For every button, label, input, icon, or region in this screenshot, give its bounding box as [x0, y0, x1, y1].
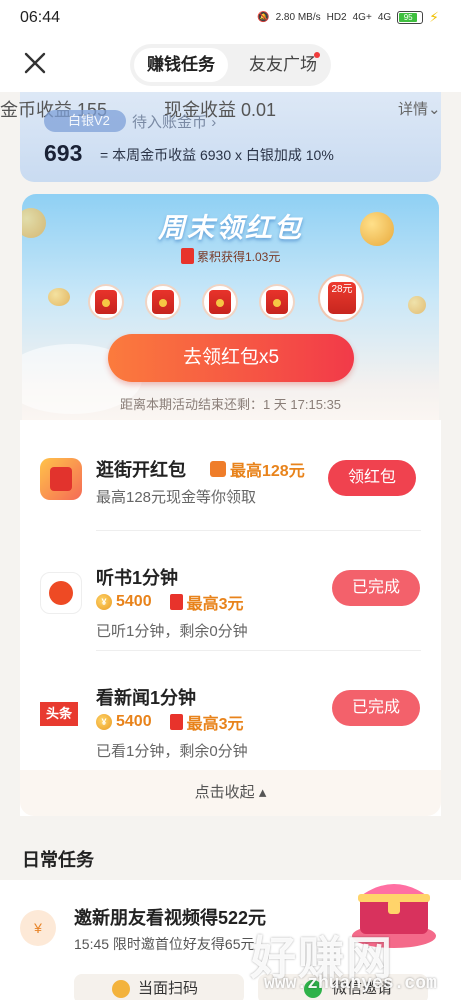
- claim-red-packet-pill-button[interactable]: 领红包: [328, 460, 416, 496]
- invite-task-title: 邀新朋友看视频得522元: [74, 908, 267, 928]
- red-envelope-icon: [169, 714, 183, 730]
- charging-icon: ⚡: [429, 9, 439, 25]
- task-item-shopping: 逛街开红包 最高128元 最高128元现金等你领取 领红包: [20, 420, 441, 540]
- audiobook-app-icon: [40, 572, 82, 614]
- claim-red-packet-button[interactable]: 去领红包x5: [108, 334, 354, 382]
- pending-coins-text[interactable]: 待入账金币 ›: [132, 111, 216, 132]
- red-packet-slot[interactable]: [145, 284, 181, 320]
- status-bar: 06:44 🔕 2.80 MB/s HD2 4G+ 4G 95 ⚡: [0, 0, 461, 36]
- task-reward-tag: 最高128元: [210, 457, 305, 481]
- signal-4g-icon: 4G: [377, 12, 392, 23]
- coin-formula: = 本周金币收益 6930 x 白银加成 10%: [100, 147, 334, 163]
- status-icons: 🔕 2.80 MB/s HD2 4G+ 4G 95 ⚡: [257, 9, 439, 26]
- mute-icon: 🔕: [257, 12, 270, 23]
- invite-task-subtitle: 15:45 限时邀首位好友得65元: [74, 936, 255, 952]
- top-header: 赚钱任务 友友广场: [0, 36, 461, 92]
- tab-switcher: 赚钱任务 友友广场: [130, 44, 331, 86]
- completed-button[interactable]: 已完成: [332, 690, 420, 726]
- chevron-right-icon: ›: [211, 114, 217, 131]
- task-title: 逛街开红包: [96, 460, 186, 480]
- caret-up-icon: ▴: [258, 784, 267, 801]
- watermark-url: www.zhuanyes.com: [264, 974, 437, 994]
- red-envelope-icon: [152, 290, 174, 314]
- task-title: 看新闻1分钟: [96, 688, 197, 708]
- hd-indicator: HD2: [326, 12, 347, 23]
- close-button[interactable]: [20, 48, 50, 78]
- chevron-down-icon: ⌄: [428, 101, 441, 118]
- coin-icon: ¥: [96, 594, 112, 610]
- details-link[interactable]: 详情⌄: [398, 98, 441, 119]
- status-time: 06:44: [20, 9, 61, 26]
- toutiao-app-icon: 头条: [40, 694, 82, 736]
- red-envelope-icon: [180, 248, 194, 264]
- battery-icon: 95: [397, 11, 424, 24]
- red-packet-slot[interactable]: [202, 284, 238, 320]
- coin-decoration-icon: [408, 296, 426, 314]
- task-subtitle: 已听1分钟，剩余0分钟: [96, 623, 248, 640]
- coin-decoration-icon: [48, 288, 70, 306]
- task-title: 听书1分钟: [96, 568, 179, 588]
- red-packet-slot[interactable]: [88, 284, 124, 320]
- red-envelope-icon: [209, 290, 231, 314]
- red-packet-slot[interactable]: [259, 284, 295, 320]
- task-item-listen-book: 听书1分钟 ¥5400 最高3元 已听1分钟，剩余0分钟 已完成: [20, 540, 441, 660]
- divider: [96, 530, 421, 531]
- daily-tasks-heading: 日常任务: [22, 850, 94, 870]
- red-packet-amount: 28元: [328, 282, 356, 314]
- coin-icon: ¥: [96, 714, 112, 730]
- task-reward-tag: ¥5400 最高3元: [96, 590, 244, 614]
- task-list: 逛街开红包 最高128元 最高128元现金等你领取 领红包 听书1分钟 ¥540…: [20, 420, 441, 816]
- task-subtitle: 已看1分钟，剩余0分钟: [96, 743, 248, 760]
- divider: [96, 650, 421, 651]
- coin-total-value: 693: [44, 140, 83, 166]
- qr-code-icon: [112, 980, 130, 998]
- collapse-button[interactable]: 点击收起 ▴: [20, 770, 441, 816]
- notification-dot: [314, 52, 320, 58]
- countdown-text: 距离本期活动结束还剩：1 天 17:15:35: [119, 397, 342, 412]
- red-envelope-icon: [95, 290, 117, 314]
- task-item-read-news: 头条 看新闻1分钟 ¥5400 最高3元 已看1分钟，剩余0分钟 已完成: [20, 660, 441, 780]
- gift-icon: [210, 461, 226, 477]
- accumulated-text: 累积获得1.03元: [22, 248, 439, 265]
- red-packet-big[interactable]: 28元: [318, 274, 364, 322]
- close-icon: [24, 52, 46, 74]
- scan-qr-button[interactable]: 当面扫码: [74, 974, 244, 1000]
- completed-button[interactable]: 已完成: [332, 570, 420, 606]
- site-watermark: 好赚网 www.zhuanyes.com: [250, 922, 450, 1000]
- red-envelope-icon: [266, 290, 288, 314]
- weekend-title: 周末领红包: [158, 213, 303, 243]
- task-reward-tag: ¥5400 最高3元: [96, 710, 244, 734]
- yuan-coin-icon: ¥: [20, 910, 56, 946]
- network-speed: 2.80 MB/s: [275, 12, 321, 23]
- red-envelope-icon: [169, 594, 183, 610]
- task-subtitle: 最高128元现金等你领取: [96, 489, 257, 506]
- silver-level-badge: 白银V2: [44, 110, 126, 132]
- signal-4g-plus-icon: 4G+: [352, 12, 372, 23]
- tab-earn-tasks[interactable]: 赚钱任务: [134, 48, 228, 82]
- weekend-red-packet-banner: 周末领红包 累积获得1.03元 28元 去领红包x5 距离本期活动结束还剩：1 …: [22, 194, 439, 420]
- shopping-red-packet-icon: [40, 458, 82, 500]
